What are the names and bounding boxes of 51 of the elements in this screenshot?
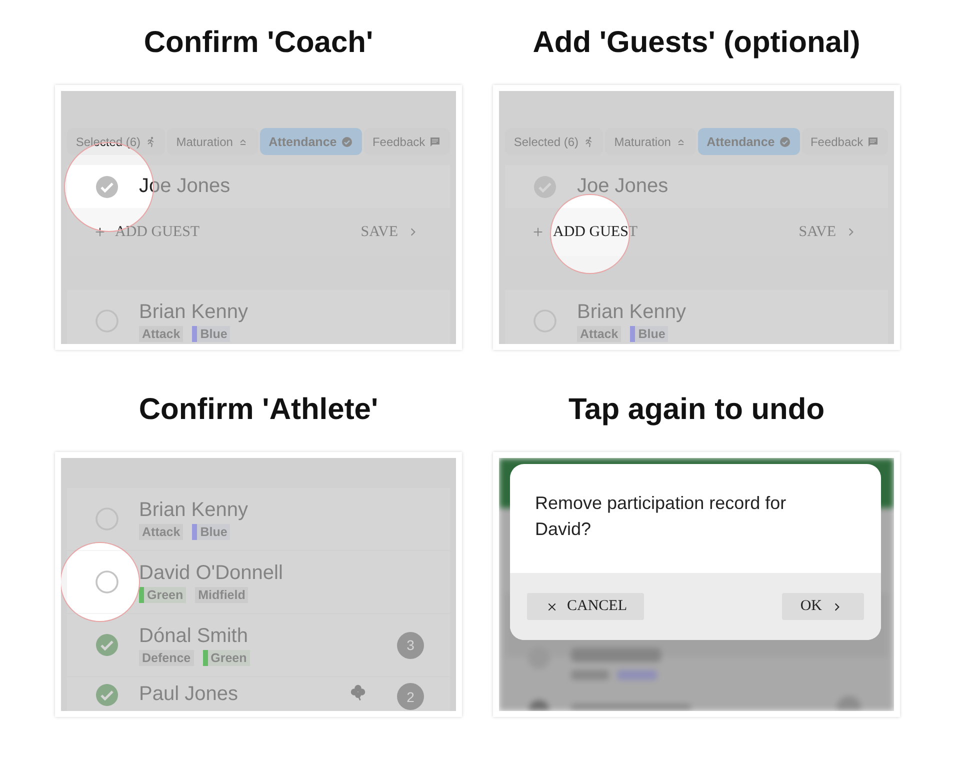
plus-icon xyxy=(533,227,543,237)
count-badge: 3 xyxy=(397,632,424,658)
chevron-right-icon xyxy=(832,602,842,612)
ok-button[interactable]: OK xyxy=(782,593,864,620)
check-circle-icon xyxy=(340,136,353,148)
tag: Attack xyxy=(577,326,622,342)
coach-row[interactable]: Joe Jones xyxy=(67,165,450,208)
tag: Attack xyxy=(139,524,184,540)
step-heading: Confirm 'Athlete' xyxy=(138,392,380,428)
check-circle-icon[interactable] xyxy=(95,174,119,198)
athlete-name: Brian Kenny xyxy=(577,300,687,324)
step-heading: Add 'Guests' (optional) xyxy=(532,25,862,61)
dialog-message: Remove participation record for David? xyxy=(534,492,788,541)
check-circle-icon xyxy=(778,136,791,148)
close-icon xyxy=(547,602,557,612)
athlete-name: Brian Kenny xyxy=(139,300,249,324)
athlete-row[interactable]: Paul Jones 2 xyxy=(67,677,450,711)
athlete-name: Paul Jones xyxy=(139,683,239,706)
empty-circle-icon[interactable] xyxy=(95,570,119,594)
tab[interactable]: Attendance xyxy=(260,128,362,155)
step-heading: Tap again to undo xyxy=(567,392,826,428)
coach-name: Joe Jones xyxy=(577,175,668,198)
tag: Midfield xyxy=(195,586,248,602)
check-circle-icon[interactable] xyxy=(95,683,119,707)
add-guest-button[interactable]: ADD GUEST xyxy=(531,222,640,242)
athlete-name: David O'Donnell xyxy=(139,562,284,584)
add-guest-button[interactable]: ADD GUEST xyxy=(93,222,202,242)
check-circle-icon[interactable] xyxy=(533,174,557,198)
count-badge: 2 xyxy=(397,683,424,710)
athlete-name: Brian Kenny xyxy=(139,498,249,522)
athlete-name: Dónal Smith xyxy=(139,624,249,648)
athlete-row[interactable]: Dónal Smith Defence Green 3 xyxy=(67,614,450,676)
tag: Attack xyxy=(139,326,184,342)
save-button[interactable]: SAVE xyxy=(358,222,420,242)
message-icon xyxy=(429,136,442,148)
cancel-button[interactable]: CANCEL xyxy=(527,593,644,620)
plus-icon xyxy=(95,227,105,237)
message-icon xyxy=(867,136,880,148)
athlete-row[interactable]: David O'Donnell Green Midfield xyxy=(67,551,450,613)
tag: Defence xyxy=(139,650,194,666)
tab[interactable]: Attendance xyxy=(698,128,800,155)
chevron-right-icon xyxy=(846,227,856,237)
coach-row[interactable]: Joe Jones xyxy=(505,165,888,208)
coach-name: Joe Jones xyxy=(139,175,230,198)
chevron-right-icon xyxy=(408,227,418,237)
step-heading: Confirm 'Coach' xyxy=(142,25,374,61)
athlete-row[interactable]: Brian Kenny Attack Blue xyxy=(67,290,450,344)
save-button[interactable]: SAVE xyxy=(796,222,858,242)
athlete-row[interactable]: Brian Kenny Attack Blue xyxy=(67,488,450,550)
check-circle-icon[interactable] xyxy=(95,633,119,657)
athlete-row[interactable]: Brian Kenny Attack Blue xyxy=(505,290,888,344)
